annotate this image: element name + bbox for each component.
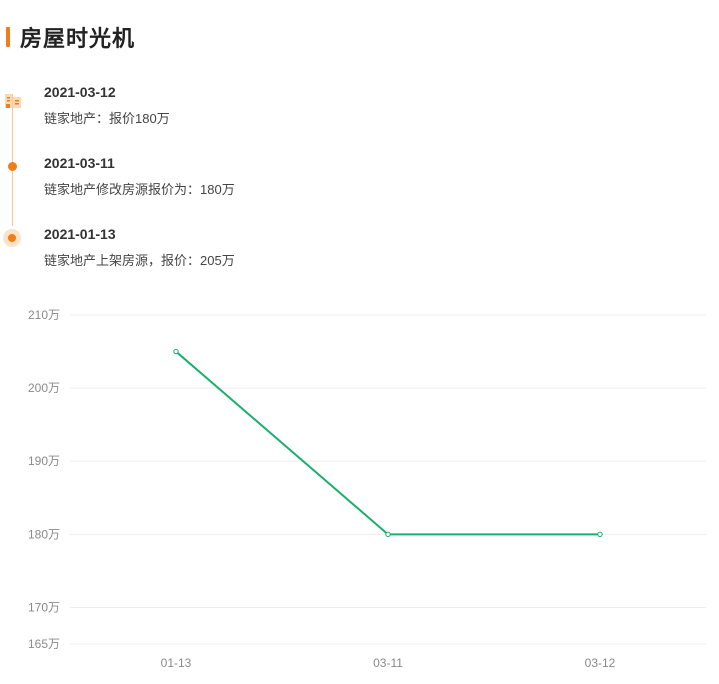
data-point [597,531,603,538]
data-point [173,348,179,355]
timeline-dot-icon [8,162,17,171]
y-tick-label: 200万 [28,381,60,395]
y-tick-label: 165万 [28,637,60,651]
y-tick-label: 190万 [28,454,60,468]
timeline-item: 2021-03-12 链家地产：报价180万 [0,84,600,144]
price-chart-svg: 210万 200万 190万 180万 170万 165万 01-13 03-11 03-12 [28,308,706,670]
house-icon [4,92,22,110]
title-accent-bar [6,27,10,47]
timeline: 2021-03-12 链家地产：报价180万 2021-03-11 链家地产修改… [0,76,719,276]
timeline-date: 2021-03-11 [44,155,115,171]
section-header: 房屋时光机 [0,0,719,76]
y-tick-label: 210万 [28,308,60,322]
x-tick-label: 03-12 [585,656,616,670]
y-tick-label: 180万 [28,527,60,541]
timeline-desc: 链家地产修改房源报价为：180万 [44,182,235,197]
timeline-item: 2021-01-13 链家地产上架房源，报价：205万 [0,226,600,286]
x-tick-label: 03-11 [373,656,403,670]
timeline-date: 2021-03-12 [44,84,116,100]
price-chart: 210万 200万 190万 180万 170万 165万 01-13 03-11 03-12 [0,296,719,679]
timeline-item: 2021-03-11 链家地产修改房源报价为：180万 [0,155,600,215]
timeline-date: 2021-01-13 [44,226,116,242]
timeline-ring-icon [3,229,21,247]
y-tick-label: 170万 [28,600,60,614]
x-tick-label: 01-13 [161,656,192,670]
timeline-desc: 链家地产：报价180万 [44,111,170,126]
series-line [175,350,600,536]
timeline-desc: 链家地产上架房源，报价：205万 [44,253,235,268]
data-point [385,531,391,538]
page-title: 房屋时光机 [20,26,136,51]
